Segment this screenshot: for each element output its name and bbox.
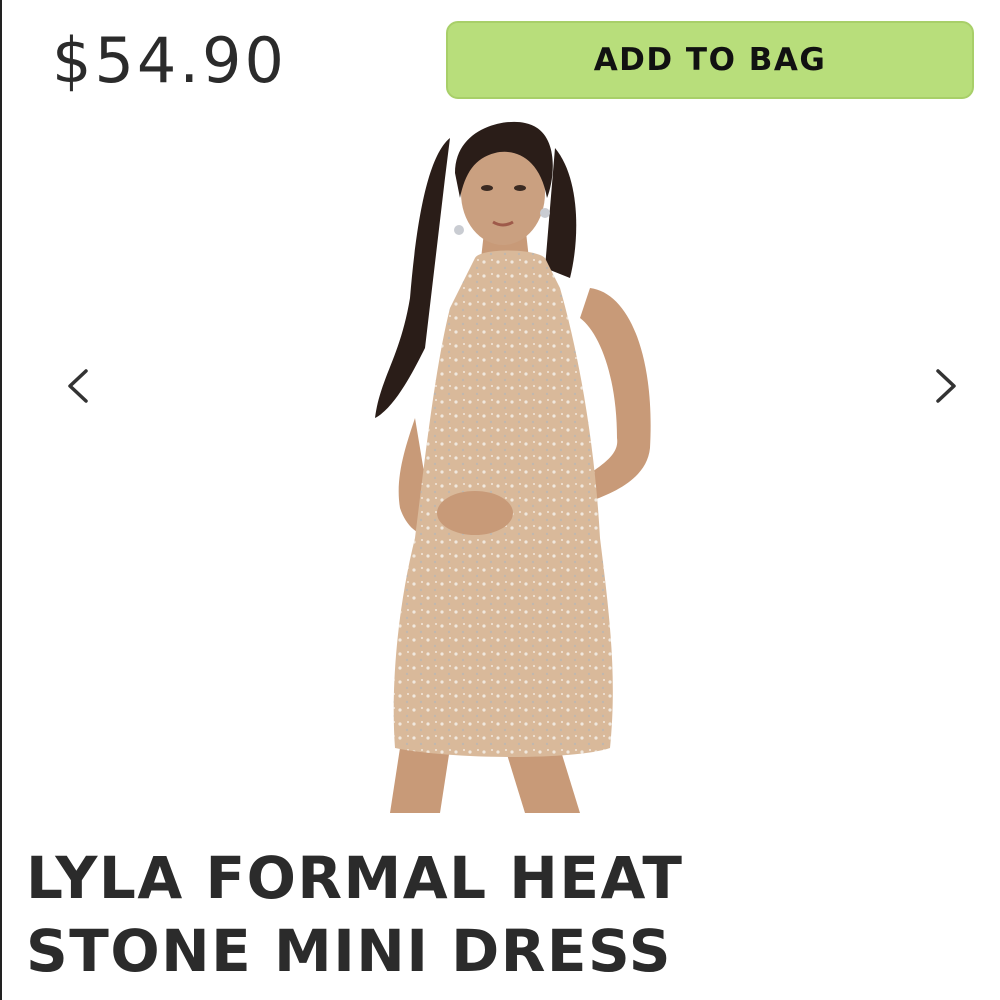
product-title-line-2: STONE MINI DRESS — [26, 917, 672, 985]
image-gallery — [0, 118, 1000, 818]
gallery-prev-button[interactable] — [56, 363, 102, 409]
chevron-left-icon — [68, 369, 88, 403]
product-image[interactable] — [355, 118, 675, 818]
chevron-right-icon — [936, 369, 956, 403]
product-title: LYLA FORMAL HEAT STONE MINI DRESS — [26, 842, 926, 988]
product-title-line-1: LYLA FORMAL HEAT — [26, 844, 684, 912]
add-to-bag-button[interactable]: ADD TO BAG — [446, 21, 974, 99]
add-to-bag-label: ADD TO BAG — [593, 42, 827, 78]
product-page: $54.90 ADD TO BAG LYLA FORMAL HEAT STONE… — [0, 0, 1000, 1000]
product-price: $54.90 — [52, 24, 287, 97]
gallery-next-button[interactable] — [922, 363, 968, 409]
dress-model-illustration — [375, 121, 651, 813]
